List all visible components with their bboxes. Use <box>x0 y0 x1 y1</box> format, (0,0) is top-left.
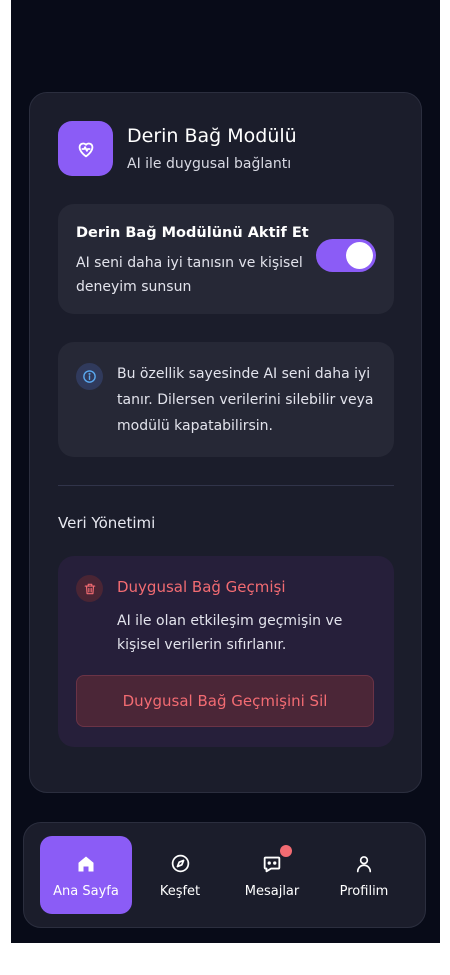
chat-icon <box>261 844 292 876</box>
activate-module-description: AI seni daha iyi tanısın ve kişisel dene… <box>76 255 303 295</box>
nav-label-explore: Keşfet <box>159 883 201 899</box>
module-title: Derin Bağ Modülü <box>127 125 297 147</box>
activate-module-panel: Derin Bağ Modülünü Aktif Et AI seni daha… <box>58 204 394 314</box>
data-management-title: Veri Yönetimi <box>58 514 156 532</box>
deep-bond-module-card: Derin Bağ Modülü AI ile duygusal bağlant… <box>29 92 422 793</box>
toggle-knob <box>346 242 373 269</box>
emotional-history-description: AI ile olan etkileşim geçmişin ve kişise… <box>117 613 343 653</box>
info-text: Bu özellik sayesinde AI seni daha iyi ta… <box>117 366 374 434</box>
divider <box>58 485 394 486</box>
user-icon <box>354 852 374 876</box>
nav-label-messages: Mesajlar <box>244 883 300 899</box>
trash-icon <box>76 575 103 602</box>
bottom-navigation: Ana Sayfa Keşfet Mesajlar Profilim <box>23 822 426 928</box>
emotional-history-panel: Duygusal Bağ Geçmişi AI ile olan etkileş… <box>58 556 394 747</box>
nav-item-home[interactable]: Ana Sayfa <box>40 836 132 914</box>
nav-label-profile: Profilim <box>339 883 389 899</box>
nav-item-explore[interactable]: Keşfet <box>134 836 226 914</box>
delete-history-button[interactable]: Duygusal Bağ Geçmişini Sil <box>76 675 374 727</box>
heart-pulse-icon <box>58 121 113 176</box>
activate-module-toggle[interactable] <box>316 239 376 272</box>
emotional-history-title: Duygusal Bağ Geçmişi <box>117 578 286 596</box>
info-icon <box>76 363 103 390</box>
activate-module-title: Derin Bağ Modülünü Aktif Et <box>76 225 309 241</box>
home-icon <box>76 852 96 876</box>
app-screen: Derin Bağ Modülü AI ile duygusal bağlant… <box>11 0 440 943</box>
nav-item-messages[interactable]: Mesajlar <box>226 836 318 914</box>
compass-icon <box>170 852 191 876</box>
info-panel: Bu özellik sayesinde AI seni daha iyi ta… <box>58 342 394 457</box>
nav-item-profile[interactable]: Profilim <box>318 836 410 914</box>
notification-dot <box>280 844 292 857</box>
nav-label-home: Ana Sayfa <box>53 883 119 899</box>
module-subtitle: AI ile duygusal bağlantı <box>127 156 292 172</box>
